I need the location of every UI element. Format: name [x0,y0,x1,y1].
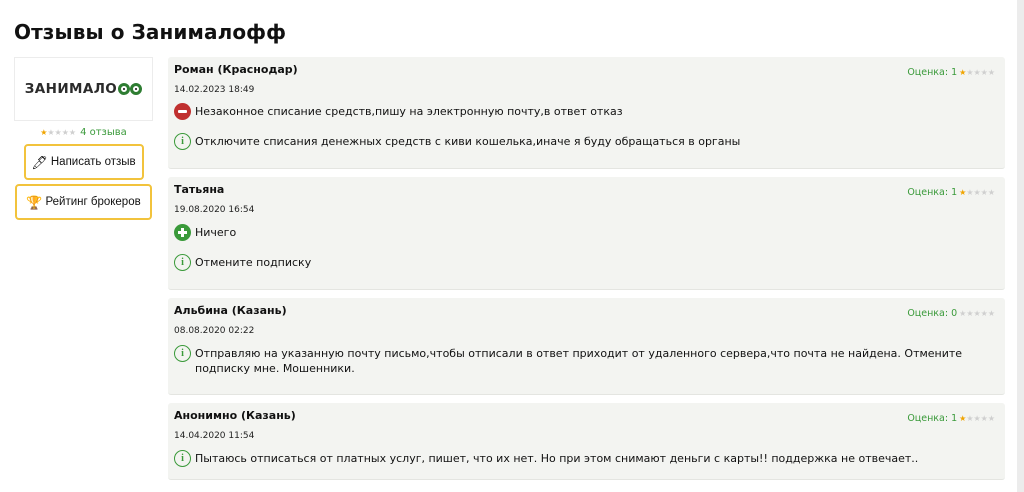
star-filled-icon: ★ [959,67,967,77]
star-empty-icon: ★ [987,67,995,77]
star-empty-icon: ★ [959,308,967,318]
logo-eyes-icon [118,83,143,95]
star-empty-icon: ★ [61,127,69,137]
star-empty-icon: ★ [987,308,995,318]
review-card: Татьяна 19.08.2020 16:54 Оценка: 1 ★ ★ ★ ★ ★… [168,177,1005,290]
score-stars: ★ ★ ★ ★ ★ [959,187,995,197]
review-author: Татьяна [174,183,225,196]
star-empty-icon: ★ [973,413,981,423]
score-stars: ★ ★ ★ ★ ★ [959,308,995,318]
review-count-link[interactable]: 4 отзыва [80,127,127,138]
star-filled-icon: ★ [959,187,967,197]
star-empty-icon: ★ [966,413,974,423]
review-text: Незаконное списание средств,пишу на элек… [195,105,623,118]
rating-stars: ★ ★ ★ ★ ★ [40,127,77,137]
review-info-line: i Отключите списания денежных средств с … [174,133,997,150]
star-empty-icon: ★ [987,187,995,197]
review-date: 14.02.2023 18:49 [174,85,255,95]
plus-circle-icon [174,224,191,241]
info-icon: i [174,450,191,467]
review-date: 19.08.2020 16:54 [174,205,255,215]
star-filled-icon: ★ [959,413,967,423]
write-review-button[interactable]: 🖊 Написать отзыв [23,144,144,180]
info-icon: i [174,345,191,362]
minus-circle-icon [174,103,191,120]
page: Отзывы о Занималофф ЗАНИМАЛО ★ ★ ★ ★ ★ 4 отз… [0,0,1017,492]
score-stars: ★ ★ ★ ★ ★ [959,67,995,77]
review-score: Оценка: 1 ★ ★ ★ ★ ★ [907,187,995,198]
write-review-label: Написать отзыв [50,156,136,168]
review-score: Оценка: 0 ★ ★ ★ ★ ★ [907,308,995,319]
review-text: Пытаюсь отписаться от платных услуг, пиш… [195,452,919,465]
star-empty-icon: ★ [973,187,981,197]
star-empty-icon: ★ [980,187,988,197]
review-score: Оценка: 1 ★ ★ ★ ★ ★ [907,413,995,424]
review-author: Альбина (Казань) [174,304,287,317]
review-info-line: i Пытаюсь отписаться от платных услуг, п… [174,450,997,467]
review-info-line: i Отмените подписку [174,254,997,271]
score-label: Оценка: 1 [907,67,958,78]
star-empty-icon: ★ [966,67,974,77]
star-filled-icon: ★ [40,127,48,137]
score-stars: ★ ★ ★ ★ ★ [959,413,995,423]
review-date: 08.08.2020 02:22 [174,326,255,336]
review-plus-line: Ничего [174,224,997,241]
score-label: Оценка: 0 [907,308,958,319]
review-info-line: i Отправляю на указанную почту письмо,чт… [174,345,997,376]
page-scrollbar[interactable] [1017,0,1024,492]
review-text: Отмените подписку [195,256,312,269]
brokers-rating-button[interactable]: 🏆 Рейтинг брокеров [15,184,152,220]
review-minus-line: Незаконное списание средств,пишу на элек… [174,103,997,120]
star-empty-icon: ★ [973,308,981,318]
star-empty-icon: ★ [966,308,974,318]
review-text: Отправляю на указанную почту письмо,чтоб… [195,347,963,375]
logo-wordmark: ЗАНИМАЛО [25,81,143,97]
star-empty-icon: ★ [966,187,974,197]
star-empty-icon: ★ [987,413,995,423]
review-card: Альбина (Казань) 08.08.2020 02:22 Оценка… [168,298,1005,395]
star-empty-icon: ★ [980,308,988,318]
review-date: 14.04.2020 11:54 [174,431,255,441]
star-empty-icon: ★ [54,127,62,137]
star-empty-icon: ★ [980,67,988,77]
brokers-rating-label: Рейтинг брокеров [45,196,141,208]
review-card: Анонимно (Казань) 14.04.2020 11:54 Оценк… [168,403,1005,480]
star-empty-icon: ★ [980,413,988,423]
review-card: Роман (Краснодар) 14.02.2023 18:49 Оценк… [168,57,1005,169]
company-sidebar: ЗАНИМАЛО ★ ★ ★ ★ ★ 4 отзыва 🖊 Написать отзыв… [14,57,153,220]
trophy-icon: 🏆 [26,194,43,210]
score-label: Оценка: 1 [907,187,958,198]
company-rating: ★ ★ ★ ★ ★ 4 отзыва [14,127,153,138]
score-label: Оценка: 1 [907,413,958,424]
info-icon: i [174,254,191,271]
company-logo: ЗАНИМАЛО [14,57,153,121]
review-score: Оценка: 1 ★ ★ ★ ★ ★ [907,67,995,78]
star-empty-icon: ★ [973,67,981,77]
star-empty-icon: ★ [68,127,77,137]
page-title: Отзывы о Занималофф [14,20,287,44]
review-text: Ничего [195,226,237,239]
review-text: Отключите списания денежных средств с ки… [195,135,741,148]
review-author: Анонимно (Казань) [174,409,296,422]
reviews-list: Роман (Краснодар) 14.02.2023 18:49 Оценк… [168,57,1005,480]
pen-icon: 🖊 [31,154,48,170]
star-empty-icon: ★ [47,127,55,137]
info-icon: i [174,133,191,150]
review-author: Роман (Краснодар) [174,63,298,76]
